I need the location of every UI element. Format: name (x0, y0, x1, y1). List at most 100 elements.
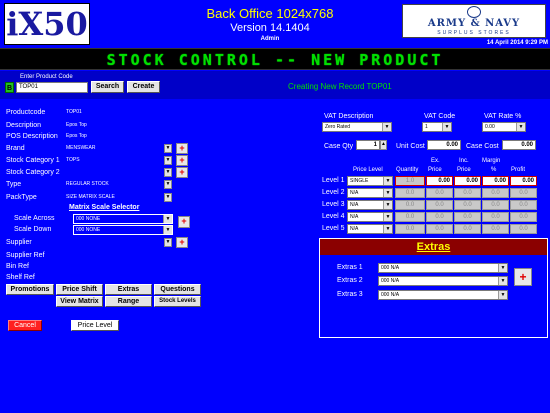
view-matrix-button[interactable]: View Matrix (56, 296, 103, 307)
extras3-select[interactable]: 000 N/A ▼ (378, 290, 508, 300)
category1-chevron-down-icon[interactable]: ▼ (164, 156, 172, 165)
level4-profit[interactable]: 0.0 (510, 212, 537, 222)
supplier-add-plus-icon[interactable]: + (176, 237, 188, 248)
case-qty-stepper[interactable]: ▲ (380, 140, 387, 150)
level3-margin[interactable]: 0.0 (482, 200, 509, 210)
vat-code-value: 1 (425, 124, 428, 130)
cancel-button[interactable]: Cancel (8, 320, 42, 331)
case-cost-input[interactable]: 0.00 (502, 140, 536, 150)
level5-margin[interactable]: 0.0 (482, 224, 509, 234)
level4-ex-price[interactable]: 0.0 (426, 212, 453, 222)
vat-rate-value: 0.00 (485, 124, 495, 130)
price-level-button[interactable]: Price Level (71, 320, 119, 331)
level5-select[interactable]: N/A ▼ (347, 224, 393, 234)
price-shift-button[interactable]: Price Shift (56, 284, 103, 295)
chevron-down-icon[interactable]: ▼ (383, 189, 392, 197)
stock-levels-button[interactable]: Stock Levels (154, 296, 201, 307)
level3-ex-price[interactable]: 0.0 (426, 200, 453, 210)
extras2-label: Extras 2 (337, 277, 363, 284)
chevron-down-icon[interactable]: ▼ (163, 215, 172, 223)
vat-rate-label: VAT Rate % (484, 113, 522, 120)
header-inc-price-2: Price (457, 167, 471, 173)
chevron-down-icon[interactable]: ▼ (498, 277, 507, 285)
level4-inc-price[interactable]: 0.0 (454, 212, 481, 222)
level1-profit[interactable]: 0.00 (510, 176, 537, 186)
level2-profit[interactable]: 0.0 (510, 188, 537, 198)
promotions-button[interactable]: Promotions (6, 284, 54, 295)
level2-qty[interactable]: 0.0 (395, 188, 425, 198)
chevron-down-icon[interactable]: ▼ (382, 123, 391, 131)
extras2-select[interactable]: 000 N/A ▼ (378, 276, 508, 286)
chevron-down-icon[interactable]: ▼ (498, 264, 507, 272)
vat-description-value: Zero Rated (325, 124, 351, 130)
chevron-down-icon[interactable]: ▼ (383, 201, 392, 209)
level1-qty[interactable]: 1.0 (395, 176, 425, 186)
barcode-button[interactable]: B (5, 82, 14, 93)
vat-rate-select[interactable]: 0.00 ▼ (482, 122, 526, 132)
category2-chevron-down-icon[interactable]: ▼ (164, 168, 172, 177)
level5-profit[interactable]: 0.0 (510, 224, 537, 234)
header-quantity: Quantity (396, 167, 419, 173)
datetime: 14 April 2014 9:29 PM (486, 40, 548, 46)
level2-label: Level 2 (322, 189, 345, 196)
extras-add-plus-icon[interactable]: + (514, 268, 532, 286)
level5-ex-price[interactable]: 0.0 (426, 224, 453, 234)
case-qty-input[interactable]: 1 (356, 140, 380, 150)
level4-margin[interactable]: 0.0 (482, 212, 509, 222)
level1-select[interactable]: SINGLE ▼ (347, 176, 393, 186)
level3-qty[interactable]: 0.0 (395, 200, 425, 210)
brand-value: MENSWEAR (66, 145, 96, 151)
level3-inc-price[interactable]: 0.0 (454, 200, 481, 210)
level1-ex-price[interactable]: 0.00 (426, 176, 453, 186)
vat-code-select[interactable]: 1 ▼ (422, 122, 452, 132)
level4-label: Level 4 (322, 213, 345, 220)
pos-description-value[interactable]: Epos Top (66, 132, 87, 141)
supplier-chevron-down-icon[interactable]: ▼ (164, 238, 172, 247)
category1-add-plus-icon[interactable]: + (176, 155, 188, 166)
questions-button[interactable]: Questions (154, 284, 201, 295)
vat-description-select[interactable]: Zero Rated ▼ (322, 122, 392, 132)
pos-description-label: POS Description (6, 133, 58, 140)
level1-margin[interactable]: 0.00 (482, 176, 509, 186)
packtype-value: SIZE MATRIX SCALE (66, 194, 115, 200)
chevron-down-icon[interactable]: ▼ (498, 291, 507, 299)
scale-add-plus-icon[interactable]: + (178, 216, 190, 228)
status-message: Creating New Record TOP01 (288, 82, 392, 91)
chevron-down-icon[interactable]: ▼ (516, 123, 525, 131)
header-margin-2: % (491, 167, 497, 173)
level5-qty[interactable]: 0.0 (395, 224, 425, 234)
level3-select[interactable]: N/A ▼ (347, 200, 393, 210)
extras3-label: Extras 3 (337, 291, 363, 298)
brand-add-plus-icon[interactable]: + (176, 143, 188, 154)
chevron-down-icon[interactable]: ▼ (383, 225, 392, 233)
level1-inc-price[interactable]: 0.00 (454, 176, 481, 186)
chevron-down-icon[interactable]: ▼ (442, 123, 451, 131)
level2-margin[interactable]: 0.0 (482, 188, 509, 198)
scale-down-label: Scale Down (14, 226, 52, 233)
extras1-select[interactable]: 000 N/A ▼ (378, 263, 508, 273)
unit-cost-input[interactable]: 0.00 (427, 140, 461, 150)
extras-button[interactable]: Extras (105, 284, 152, 295)
scale-down-select[interactable]: 000 NONE ▼ (73, 225, 173, 235)
search-button[interactable]: Search (91, 81, 124, 93)
description-value[interactable]: Epos Top (66, 121, 87, 130)
chevron-down-icon[interactable]: ▼ (383, 177, 392, 185)
chevron-down-icon[interactable]: ▼ (163, 226, 172, 234)
scale-across-select[interactable]: 000 NONE ▼ (73, 214, 173, 224)
level5-inc-price[interactable]: 0.0 (454, 224, 481, 234)
level2-inc-price[interactable]: 0.0 (454, 188, 481, 198)
create-button[interactable]: Create (127, 81, 160, 93)
level3-profit[interactable]: 0.0 (510, 200, 537, 210)
category2-add-plus-icon[interactable]: + (176, 167, 188, 178)
type-chevron-down-icon[interactable]: ▼ (164, 180, 172, 189)
product-code-input[interactable]: TOP01 (16, 82, 88, 93)
packtype-chevron-down-icon[interactable]: ▼ (164, 193, 172, 202)
brand-chevron-down-icon[interactable]: ▼ (164, 144, 172, 153)
level2-ex-price[interactable]: 0.0 (426, 188, 453, 198)
level2-select[interactable]: N/A ▼ (347, 188, 393, 198)
level4-select[interactable]: N/A ▼ (347, 212, 393, 222)
chevron-down-icon[interactable]: ▼ (383, 213, 392, 221)
range-button[interactable]: Range (105, 296, 152, 307)
level4-qty[interactable]: 0.0 (395, 212, 425, 222)
brand-line1: ARMY & NAVY (427, 18, 521, 29)
